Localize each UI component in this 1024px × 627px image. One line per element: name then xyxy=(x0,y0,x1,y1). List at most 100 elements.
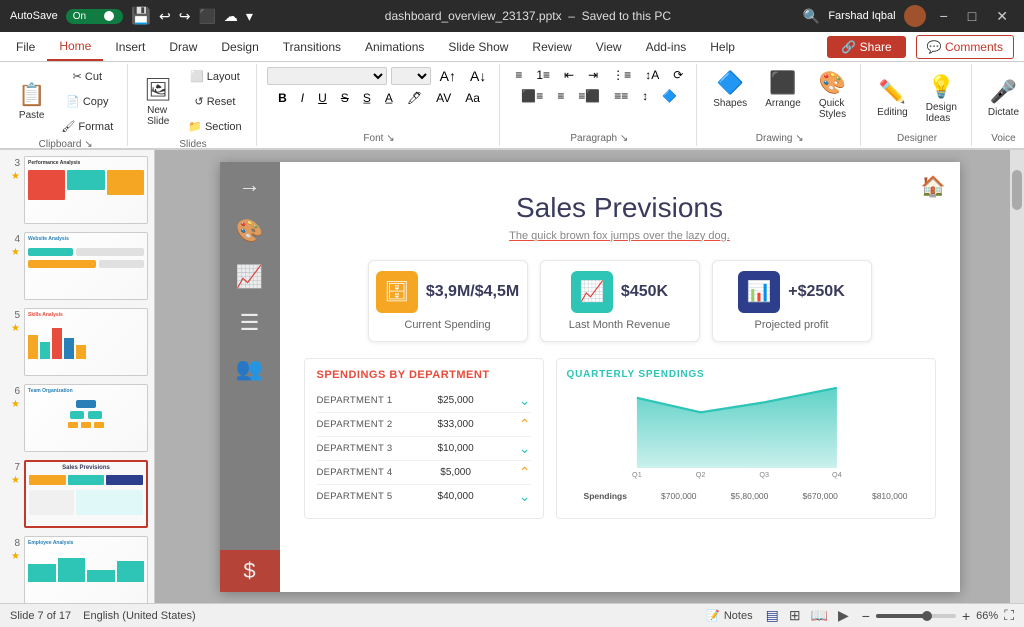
strikethrough-button[interactable]: S xyxy=(336,89,354,107)
tab-design[interactable]: Design xyxy=(209,32,270,61)
casechange-button[interactable]: Aa xyxy=(460,89,485,107)
revenue-chart-icon: 📈 xyxy=(579,279,604,304)
copy-button[interactable]: 📄 Copy xyxy=(55,91,119,112)
design-ideas-button[interactable]: 💡 DesignIdeas xyxy=(920,70,963,128)
close-button[interactable]: ✕ xyxy=(990,8,1014,25)
slideshow-view-button[interactable]: ▶ xyxy=(835,607,852,624)
tab-file[interactable]: File xyxy=(4,32,47,61)
slide-thumb-4[interactable]: 4 ★ Website Analysis xyxy=(4,230,150,302)
align-left-button[interactable]: ⬛≡ xyxy=(516,87,548,105)
autosave-toggle[interactable] xyxy=(90,10,116,23)
columns-button[interactable]: ⋮≡ xyxy=(607,66,636,84)
paste-button[interactable]: 📋 Paste xyxy=(12,78,51,125)
autosave-badge[interactable]: On xyxy=(66,9,123,24)
tab-draw[interactable]: Draw xyxy=(157,32,209,61)
sidebar-people-icon[interactable]: 👥 xyxy=(236,356,263,382)
bullets-button[interactable]: ≡ xyxy=(510,66,527,84)
vertical-scrollbar[interactable] xyxy=(1010,150,1024,603)
save-icon[interactable]: 💾 xyxy=(131,6,151,26)
tab-help[interactable]: Help xyxy=(698,32,747,61)
tablet-icon[interactable]: ⬛ xyxy=(198,8,215,25)
maximize-button[interactable]: □ xyxy=(962,8,982,24)
normal-view-button[interactable]: ▤ xyxy=(763,607,782,624)
reading-view-button[interactable]: 📖 xyxy=(808,607,831,624)
underline-button[interactable]: U xyxy=(313,89,332,107)
tab-slideshow[interactable]: Slide Show xyxy=(436,32,520,61)
quick-styles-button[interactable]: 🎨 QuickStyles xyxy=(813,66,852,124)
section-button[interactable]: 📁 Section xyxy=(182,116,247,137)
slide-img-3[interactable]: Performance Analysis xyxy=(24,156,148,224)
notes-button[interactable]: 📝 Notes xyxy=(706,609,752,622)
format-painter-button[interactable]: 🖌 Format xyxy=(55,116,119,137)
sidebar-list-icon[interactable]: ☰ xyxy=(240,310,260,336)
convert-button[interactable]: ⟳ xyxy=(668,66,688,84)
tab-transitions[interactable]: Transitions xyxy=(271,32,353,61)
slide-img-6[interactable]: Team Organization xyxy=(24,384,148,452)
fontcolor-button[interactable]: A̲ xyxy=(380,89,398,107)
tab-insert[interactable]: Insert xyxy=(103,32,157,61)
share-button[interactable]: 🔗 Share xyxy=(827,36,905,58)
sidebar-palette-icon[interactable]: 🎨 xyxy=(236,218,263,244)
tab-view[interactable]: View xyxy=(584,32,634,61)
increase-font-button[interactable]: A↑ xyxy=(435,66,461,86)
comments-button[interactable]: 💬 Comments xyxy=(916,35,1014,59)
italic-button[interactable]: I xyxy=(296,89,309,107)
decrease-font-button[interactable]: A↓ xyxy=(465,66,491,86)
more-icon[interactable]: ▾ xyxy=(246,8,253,25)
fit-button[interactable]: ⛶ xyxy=(1004,607,1014,624)
scrollbar-thumb[interactable] xyxy=(1012,170,1022,210)
sidebar-chart-icon[interactable]: 📈 xyxy=(236,264,263,290)
slide-thumb-6[interactable]: 6 ★ Team Organization xyxy=(4,382,150,454)
zoom-slider[interactable] xyxy=(876,614,956,618)
zoom-in-button[interactable]: + xyxy=(962,608,970,624)
slide-img-8[interactable]: Employee Analysis xyxy=(24,536,148,603)
editing-button[interactable]: ✏️ Editing xyxy=(871,75,914,122)
dept-name-5: DEPARTMENT 5 xyxy=(317,491,393,502)
align-center-button[interactable]: ≡ xyxy=(552,87,569,105)
linespace-button[interactable]: ↕ xyxy=(637,87,653,105)
minimize-button[interactable]: − xyxy=(934,8,954,24)
indent-less-button[interactable]: ⇤ xyxy=(559,66,579,84)
zoom-out-button[interactable]: − xyxy=(862,608,870,624)
highlight-button[interactable]: 🖊 xyxy=(402,89,427,107)
charspacing-button[interactable]: AV xyxy=(431,89,456,107)
cloud-icon[interactable]: ☁ xyxy=(224,8,238,25)
slide-img-5[interactable]: Skills Analysis xyxy=(24,308,148,376)
slide-img-7[interactable]: Sales Previsions xyxy=(24,460,148,528)
reset-button[interactable]: ↺ Reset xyxy=(182,91,247,112)
direction-button[interactable]: ↕A xyxy=(640,66,664,84)
new-slide-button[interactable]: 🖼 NewSlide xyxy=(138,73,178,131)
font-size-select[interactable] xyxy=(391,67,431,85)
bold-button[interactable]: B xyxy=(273,89,292,107)
shadow-button[interactable]: S̲ xyxy=(358,89,376,107)
tab-addins[interactable]: Add-ins xyxy=(634,32,699,61)
undo-icon[interactable]: ↩ xyxy=(159,8,171,25)
numbering-button[interactable]: 1≡ xyxy=(531,66,555,84)
slide-sorter-button[interactable]: ⊞ xyxy=(786,607,804,624)
smartart-button[interactable]: 🔷 xyxy=(657,87,682,105)
zoom-handle[interactable] xyxy=(922,611,932,621)
sidebar-dollar-icon[interactable]: $ xyxy=(220,550,280,592)
align-right-button[interactable]: ≡⬛ xyxy=(573,87,605,105)
slide-thumb-8[interactable]: 8 ★ Employee Analysis xyxy=(4,534,150,603)
designer-group: ✏️ Editing 💡 DesignIdeas Designer xyxy=(863,64,972,146)
home-icon[interactable]: 🏠 xyxy=(921,174,946,199)
dictate-button[interactable]: 🎤 Dictate xyxy=(982,75,1024,122)
slide-thumb-7[interactable]: 7 ★ Sales Previsions xyxy=(4,458,150,530)
indent-more-button[interactable]: ⇥ xyxy=(583,66,603,84)
layout-button[interactable]: ⬜ Layout xyxy=(182,66,247,87)
justify-button[interactable]: ≡≡ xyxy=(609,87,633,105)
search-icon[interactable]: 🔍 xyxy=(803,8,820,25)
shapes-button[interactable]: 🔷 Shapes xyxy=(707,66,753,113)
arrange-button[interactable]: ⬛ Arrange xyxy=(759,66,807,113)
tab-home[interactable]: Home xyxy=(47,32,103,61)
tab-animations[interactable]: Animations xyxy=(353,32,436,61)
redo-icon[interactable]: ↪ xyxy=(179,8,191,25)
sidebar-arrow-icon[interactable]: → xyxy=(239,172,261,198)
tab-review[interactable]: Review xyxy=(520,32,583,61)
cut-button[interactable]: ✂ Cut xyxy=(55,66,119,87)
slide-img-4[interactable]: Website Analysis xyxy=(24,232,148,300)
slide-thumb-3[interactable]: 3 ★ Performance Analysis xyxy=(4,154,150,226)
font-name-select[interactable] xyxy=(267,67,387,85)
slide-thumb-5[interactable]: 5 ★ Skills Analysis xyxy=(4,306,150,378)
